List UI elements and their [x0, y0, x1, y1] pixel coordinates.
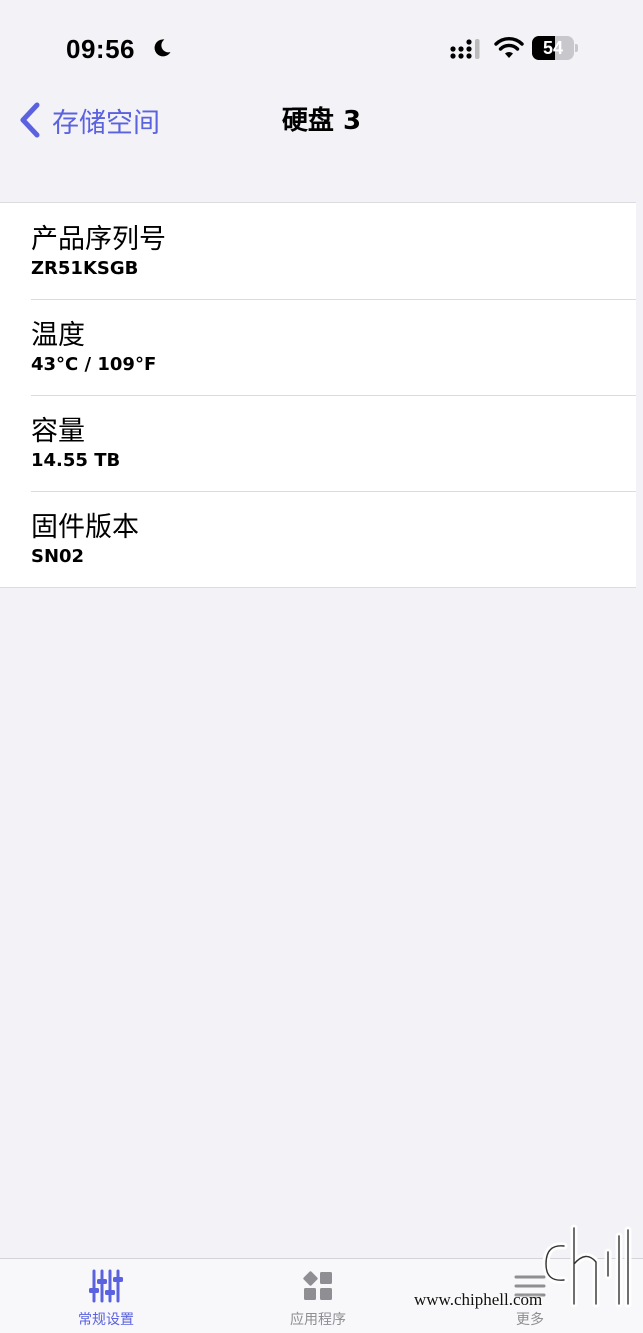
page-title: 硬盘 3 [0, 100, 643, 137]
status-bar: 09:56 54 [0, 0, 643, 92]
sliders-icon [89, 1269, 123, 1303]
status-time: 09:56 [66, 34, 135, 64]
detail-row-firmware: 固件版本 SN02 [0, 491, 636, 587]
detail-label: 固件版本 [31, 512, 139, 543]
detail-value: 14.55 TB [31, 450, 121, 471]
detail-value: 43°C / 109°F [31, 354, 157, 375]
watermark-text: www.chiphell.com [414, 1290, 543, 1309]
page-title-text: 硬盘 3 [281, 106, 362, 136]
detail-row-serial: 产品序列号 ZR51KSGB [0, 203, 636, 299]
apps-grid-icon [303, 1271, 332, 1300]
battery-level-text: 54 [542, 38, 564, 58]
detail-label: 容量 [31, 416, 85, 447]
cellular-signal-icon [450, 39, 480, 59]
tab-applications[interactable]: 应用程序 [248, 1269, 388, 1331]
detail-row-temperature: 温度 43°C / 109°F [0, 299, 636, 395]
tab-label: 常规设置 [78, 1312, 134, 1328]
detail-label: 温度 [31, 320, 85, 351]
disk-details-list: 产品序列号 ZR51KSGB 温度 43°C / 109°F 容量 14.55 … [0, 202, 636, 588]
detail-label: 产品序列号 [31, 224, 166, 255]
battery-icon: 54 [532, 36, 578, 60]
tab-general-settings[interactable]: 常规设置 [36, 1269, 176, 1331]
detail-row-capacity: 容量 14.55 TB [0, 395, 636, 491]
tab-label: 应用程序 [290, 1312, 346, 1328]
watermark: www.chiphell.com [414, 1216, 634, 1316]
detail-value: SN02 [31, 546, 85, 567]
detail-value: ZR51KSGB [31, 258, 139, 279]
navigation-bar: 存储空间 硬盘 3 [0, 92, 643, 202]
wifi-icon [494, 37, 524, 58]
moon-icon [154, 39, 171, 57]
